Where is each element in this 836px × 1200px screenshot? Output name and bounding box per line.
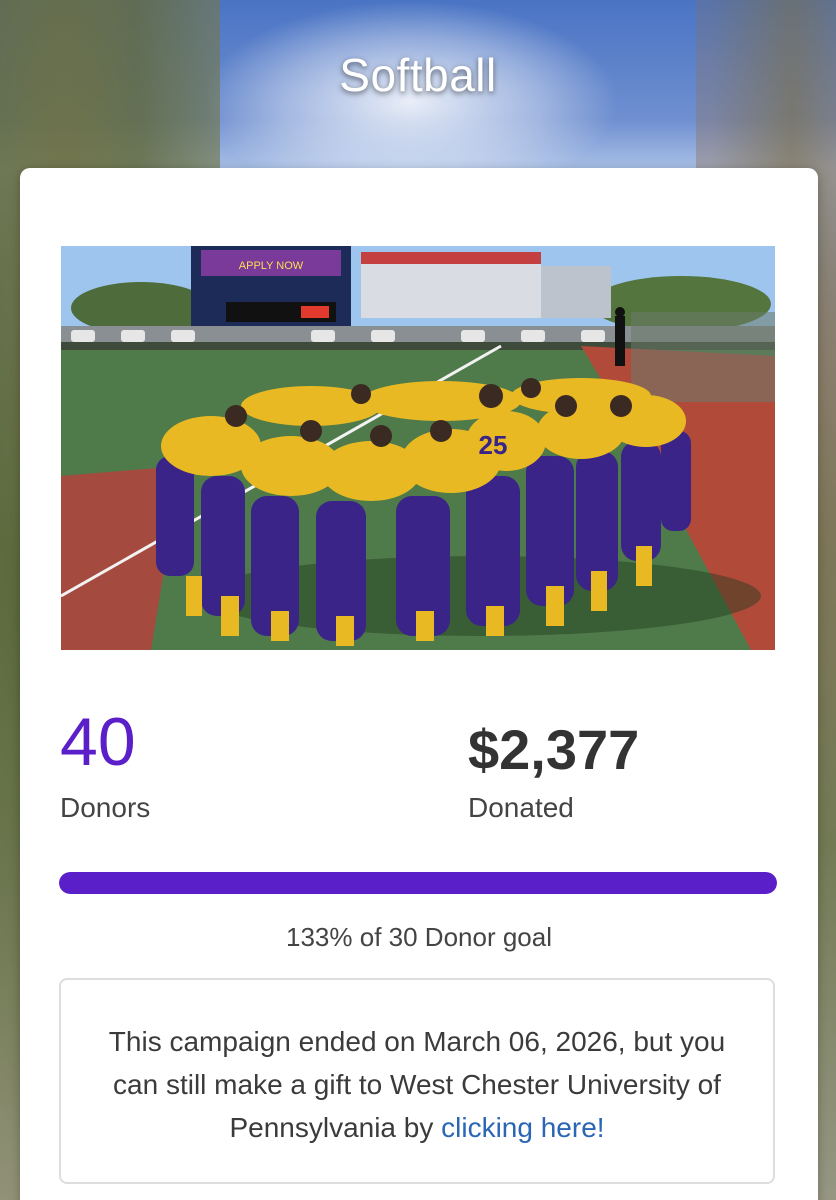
donors-count: 40 xyxy=(60,704,136,780)
jersey-number: 25 xyxy=(479,430,508,460)
donor-goal-progress-bar xyxy=(59,872,777,894)
team-huddle-photo: APPLY NOW 25 xyxy=(61,246,775,650)
page-title: Softball xyxy=(339,49,497,101)
donor-goal-text: 133% of 30 Donor goal xyxy=(286,922,552,952)
campaign-ended-text: This campaign ended on March 06, 2026, b… xyxy=(108,1026,726,1143)
campaign-card: APPLY NOW 25 40 $2,377 Donors Donated 13… xyxy=(20,168,818,1200)
give-link[interactable]: clicking here! xyxy=(441,1112,604,1143)
campaign-ended-notice: This campaign ended on March 06, 2026, b… xyxy=(59,978,775,1184)
donors-label: Donors xyxy=(60,792,151,823)
donated-label: Donated xyxy=(468,792,574,823)
scoreboard-text: APPLY NOW xyxy=(239,260,304,272)
page-background: Softball APPLY NOW 25 40 $2,377 Donors D… xyxy=(0,0,836,1200)
donor-goal-progress-fill xyxy=(59,872,777,894)
donated-amount: $2,377 xyxy=(468,718,640,781)
